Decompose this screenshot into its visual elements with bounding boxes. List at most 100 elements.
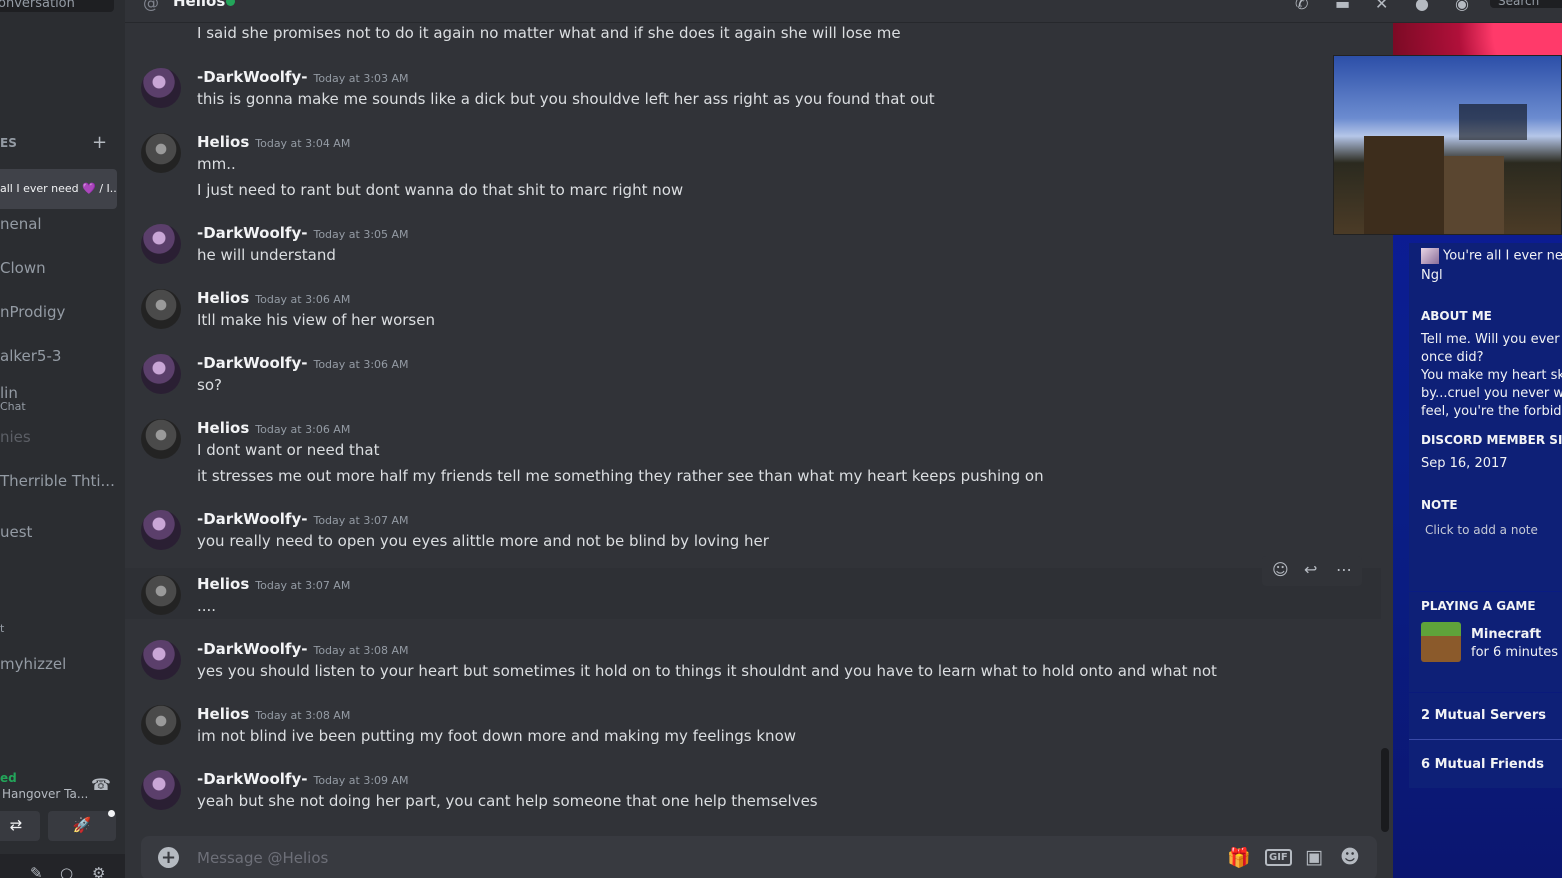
custom-status: You're all I ever need [1421,248,1562,264]
add-friends-icon[interactable]: ● [1415,0,1429,13]
message-item: -DarkWoolfy- Today at 3:07 AM you really … [125,508,1381,568]
channel-title: Helios [173,0,226,10]
dm-item[interactable]: nProdigy [0,303,117,321]
channel-header: @ Helios ✆ ▬ ✕ ● ◉ Search [125,0,1562,23]
message-timestamp: Today at 3:03 AM [313,72,409,85]
dm-item[interactable]: t [0,622,117,635]
message-timestamp: Today at 3:06 AM [313,358,409,371]
message-text: you really need to open you eyes alittle… [197,532,769,550]
message-timestamp: Today at 3:04 AM [255,137,351,150]
mutual-servers-button[interactable]: 2 Mutual Servers [1421,708,1546,723]
message-timestamp: Today at 3:06 AM [255,293,351,306]
member-since-header: DISCORD MEMBER SINCE [1421,433,1562,447]
search-input[interactable]: Search [1490,0,1562,8]
status-emoji-icon [1421,248,1439,264]
dm-item[interactable]: nenal [0,215,117,233]
dm-item[interactable]: nies [0,428,117,446]
note-header: NOTE [1421,498,1458,512]
add-reaction-icon[interactable]: ☺ [1272,560,1289,579]
mutual-friends-button[interactable]: 6 Mutual Friends [1421,757,1544,772]
dm-item[interactable]: lin Chat [0,384,117,413]
pinned-messages-icon[interactable]: ✕ [1375,0,1388,13]
member-since-date: Sep 16, 2017 [1421,456,1508,471]
message-text: yeah but she not doing her part, you can… [197,792,818,810]
video-call-icon[interactable]: ▬ [1335,0,1350,13]
avatar[interactable] [141,705,181,745]
avatar[interactable] [141,510,181,550]
online-status-icon [226,0,235,6]
settings-gear-icon[interactable]: ⚙ [92,864,105,878]
game-duration: for 6 minutes [1471,645,1559,660]
avatar[interactable] [141,289,181,329]
avatar[interactable] [141,68,181,108]
notification-dot [108,810,115,817]
dm-item[interactable]: alker5-3 [0,347,117,365]
message-author[interactable]: Helios [197,705,249,723]
message-item: -DarkWoolfy- Today at 3:03 AM this is gon… [125,66,1381,126]
message-author[interactable]: -DarkWoolfy- [197,68,307,86]
about-me-header: ABOUT ME [1421,309,1492,323]
message-item: Helios Today at 3:04 AM mm.. I just need … [125,131,1381,211]
voice-connection-panel: ed Hangover Ta... ☎ [0,771,125,801]
avatar[interactable] [141,419,181,459]
mute-icon[interactable]: ✎ [30,864,43,878]
avatar[interactable] [141,770,181,810]
avatar[interactable] [141,224,181,264]
dm-item[interactable]: myhizzel [0,655,117,673]
message-text: this is gonna make me sounds like a dick… [197,90,935,108]
message-author[interactable]: -DarkWoolfy- [197,770,307,788]
message-text: Itll make his view of her worsen [197,311,435,329]
minecraft-icon [1421,622,1461,662]
activity-header: PLAYING A GAME [1421,599,1536,613]
message-author[interactable]: -DarkWoolfy- [197,640,307,658]
create-dm-icon[interactable]: + [92,132,107,153]
avatar[interactable] [141,133,181,173]
reply-icon[interactable]: ↩ [1304,560,1317,579]
message-input[interactable] [197,846,1097,870]
dm-item[interactable]: uest [0,523,117,541]
gif-button[interactable]: GIF [1265,849,1292,866]
message-text: so? [197,376,222,394]
avatar[interactable] [141,575,181,615]
message-item: -DarkWoolfy- Today at 3:05 AM he will und… [125,222,1381,282]
user-profile-icon[interactable]: ◉ [1455,0,1469,13]
message-author[interactable]: -DarkWoolfy- [197,224,307,242]
message-text: mm.. [197,155,236,173]
message-author[interactable]: Helios [197,289,249,307]
find-conversation-button[interactable]: onversation [0,0,114,12]
about-me-line: by...cruel you never will [1421,386,1562,401]
message-author[interactable]: -DarkWoolfy- [197,510,307,528]
avatar[interactable] [141,640,181,680]
headphones-icon[interactable]: ○ [60,864,73,878]
stream-preview[interactable] [1333,55,1562,235]
note-input[interactable]: Click to add a note [1425,523,1538,537]
message-author[interactable]: -DarkWoolfy- [197,354,307,372]
message-timestamp: Today at 3:08 AM [313,644,409,657]
about-me-line: Tell me. Will you ever lov [1421,332,1562,347]
message-item: -DarkWoolfy- Today at 3:09 AM yeah but sh… [125,768,1381,828]
message-author[interactable]: Helios [197,575,249,593]
message-list: I said she promises not to do it again n… [125,23,1381,835]
screen-share-button[interactable]: ⇄ [0,811,40,841]
emoji-icon[interactable]: ☻ [1340,846,1360,868]
about-me-line: You make my heart skip [1421,368,1562,383]
user-panel: ✎ ○ ⚙ [0,854,125,878]
message-text: I said she promises not to do it again n… [197,24,901,42]
message-author[interactable]: Helios [197,133,249,151]
divider [1409,739,1562,740]
gift-icon[interactable]: 🎁 [1227,846,1251,869]
message-scrollbar[interactable] [1381,748,1389,832]
dm-item[interactable]: Clown [0,259,117,277]
voice-call-icon[interactable]: ✆ [1295,0,1308,13]
message-text: he will understand [197,246,336,264]
upload-plus-icon[interactable]: + [158,847,179,868]
avatar[interactable] [141,354,181,394]
more-options-icon[interactable]: ⋯ [1336,560,1352,579]
message-author[interactable]: Helios [197,419,249,437]
dm-item-active[interactable]: all I ever need 💜 / I... [0,169,117,209]
dm-item[interactable]: Therrible Thti... [0,472,117,490]
disconnect-icon[interactable]: ☎ [91,775,111,794]
activity-rocket-button[interactable]: 🚀 [48,811,116,841]
message-text: yes you should listen to your heart but … [197,662,1217,680]
sticker-icon[interactable]: ▣ [1305,846,1323,868]
